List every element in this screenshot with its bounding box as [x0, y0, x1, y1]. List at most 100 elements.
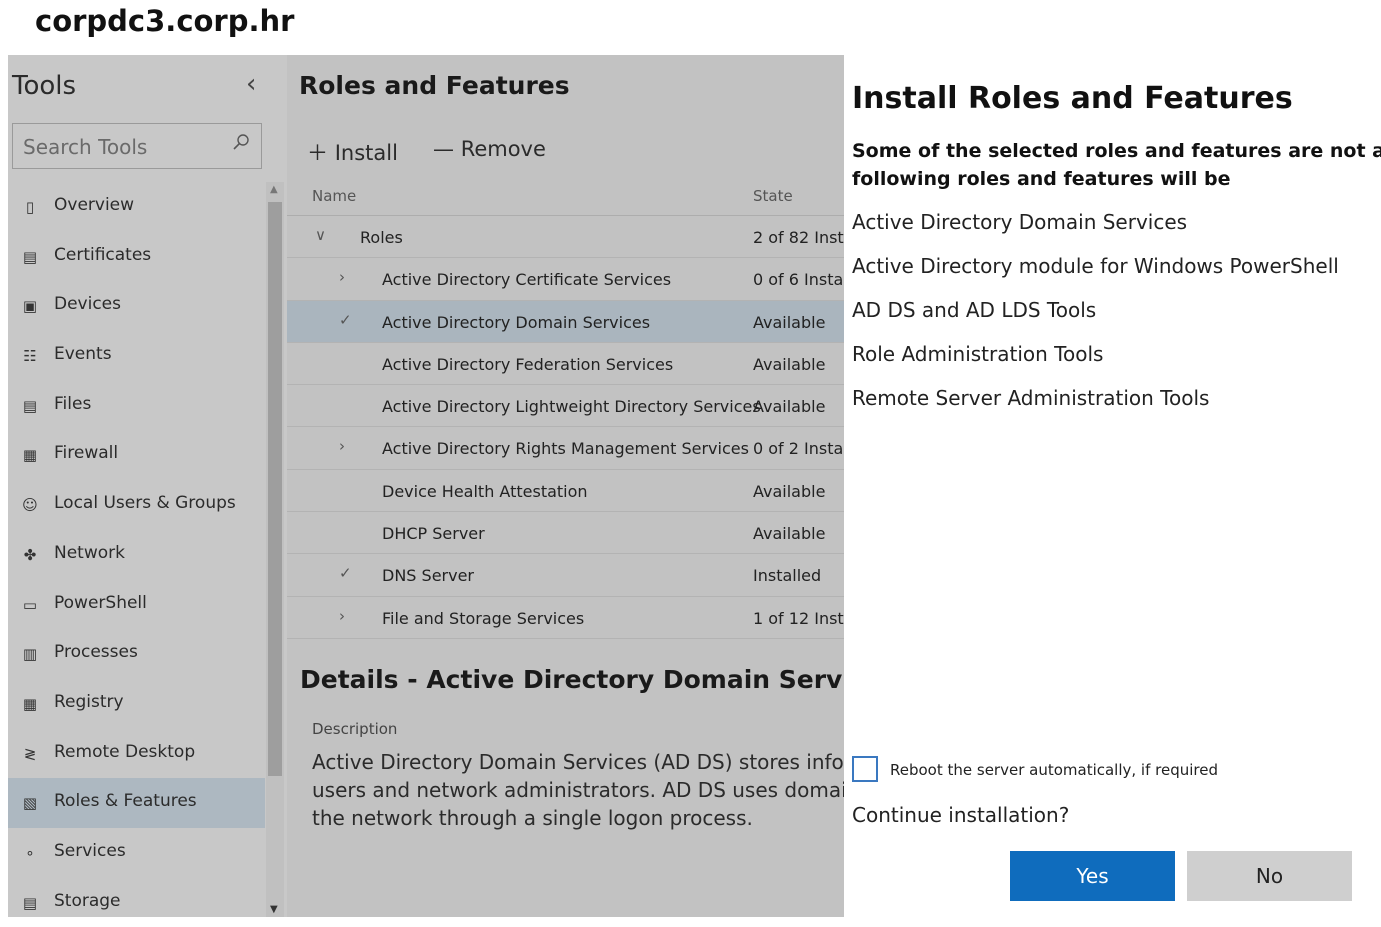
- minus-icon: —: [433, 137, 454, 161]
- row-name: Device Health Attestation: [382, 481, 588, 501]
- sidebar-item-label: Remote Desktop: [54, 741, 196, 762]
- sidebar-item-devices[interactable]: ▣ Devices: [8, 281, 265, 331]
- devices-icon: ▣: [22, 297, 38, 316]
- sidebar-item-label: Processes: [54, 642, 138, 663]
- table-row[interactable]: › Active Directory Rights Management Serv…: [287, 427, 844, 470]
- plus-icon: ＋: [307, 141, 328, 165]
- sidebar-item-label: Overview: [54, 195, 135, 215]
- column-name[interactable]: Name: [312, 187, 356, 205]
- sidebar-item-users[interactable]: ☺ Local Users & Groups: [8, 480, 265, 530]
- tools-pane: Tools ‹ Search Tools ▯ Overview ▤ Certifica…: [8, 55, 287, 917]
- row-name: Active Directory Rights Management Servi…: [382, 439, 749, 459]
- table-header: Name State: [287, 175, 844, 216]
- certificates-icon: ▤: [22, 247, 38, 266]
- row-name: Active Directory Domain Services: [382, 312, 651, 332]
- row-name: DNS Server: [382, 566, 474, 586]
- row-state: Installed: [753, 566, 822, 586]
- tools-scrollbar[interactable]: ▲ ▼: [266, 182, 284, 917]
- check-icon: ✓: [339, 564, 352, 583]
- table-row[interactable]: › Active Directory Certificate Services 0 …: [287, 258, 844, 301]
- table-row[interactable]: ∨ Roles 2 of 82 Insta: [287, 216, 844, 259]
- chevron-right-icon[interactable]: ›: [339, 437, 345, 455]
- sidebar-item-label: Devices: [54, 294, 121, 315]
- reboot-label[interactable]: Reboot the server automatically, if requ…: [890, 761, 1218, 779]
- page-title: Roles and Features: [299, 71, 570, 100]
- row-state: 0 of 2 Install: [753, 439, 844, 459]
- remove-button[interactable]: — Remove: [433, 137, 546, 161]
- scroll-down-icon[interactable]: ▼: [270, 904, 278, 915]
- table-row[interactable]: Active Directory Lightweight Directory S…: [287, 385, 844, 428]
- table-row[interactable]: DHCP Server Available: [287, 512, 844, 555]
- sidebar-item-files[interactable]: ▤ Files: [8, 381, 265, 431]
- scroll-thumb[interactable]: [268, 202, 282, 776]
- remove-label: Remove: [460, 137, 546, 161]
- install-button[interactable]: ＋ Install: [307, 137, 398, 167]
- sidebar-item-certificates[interactable]: ▤ Certificates: [8, 232, 265, 282]
- roles-features-pane: Roles and Features ＋ Install — Remove Na…: [287, 55, 844, 917]
- row-state: 2 of 82 Insta: [753, 228, 844, 247]
- chevron-left-icon[interactable]: ‹: [246, 69, 256, 99]
- sidebar-item-label: Network: [54, 542, 125, 563]
- install-item: Active Directory Domain Services: [852, 210, 1188, 234]
- overview-icon: ▯: [25, 198, 35, 216]
- processes-icon: ▥: [22, 645, 38, 664]
- search-icon[interactable]: [233, 134, 249, 150]
- row-state: Available: [753, 481, 826, 501]
- sidebar-item-registry[interactable]: ▦ Registry: [8, 679, 265, 729]
- chevron-right-icon[interactable]: ›: [339, 268, 345, 286]
- sidebar-item-label: Files: [54, 393, 92, 414]
- table-row[interactable]: Active Directory Federation Services Avai…: [287, 343, 844, 386]
- sidebar-item-label: Firewall: [54, 443, 119, 464]
- panel-warning: Some of the selected roles and features …: [852, 140, 1381, 190]
- sidebar-item-overview[interactable]: ▯ Overview: [8, 182, 265, 232]
- sidebar-item-roles-features[interactable]: ▧ Roles & Features: [8, 778, 265, 828]
- sidebar-item-storage[interactable]: ▤ Storage: [8, 878, 265, 927]
- reboot-checkbox[interactable]: [852, 756, 878, 782]
- powershell-icon: ▭: [22, 595, 38, 614]
- sidebar-item-network[interactable]: ✤ Network: [8, 530, 265, 580]
- registry-icon: ▦: [22, 694, 38, 713]
- row-name: File and Storage Services: [382, 608, 585, 628]
- sidebar-item-label: PowerShell: [54, 592, 147, 613]
- search-tools-input[interactable]: Search Tools: [12, 123, 262, 169]
- sidebar-item-processes[interactable]: ▥ Processes: [8, 629, 265, 679]
- table-row[interactable]: ✓ Active Directory Domain Services Availab…: [287, 300, 844, 343]
- events-icon: ☷: [23, 347, 37, 366]
- sidebar-item-services[interactable]: ∘ Services: [8, 828, 265, 878]
- sidebar-item-remote-desktop[interactable]: ≷ Remote Desktop: [8, 729, 265, 779]
- install-item: Role Administration Tools: [852, 342, 1104, 366]
- scroll-up-icon[interactable]: ▲: [270, 184, 278, 195]
- roles-features-icon: ▧: [22, 794, 38, 813]
- sidebar-item-firewall[interactable]: ▦ Firewall: [8, 430, 265, 480]
- sidebar-item-events[interactable]: ☷ Events: [8, 331, 265, 381]
- row-state: 1 of 12 Insta: [753, 608, 844, 628]
- services-icon: ∘: [25, 843, 35, 862]
- chevron-down-icon[interactable]: ∨: [315, 226, 326, 244]
- yes-button[interactable]: Yes: [1010, 851, 1175, 901]
- sidebar-item-label: Events: [54, 344, 112, 365]
- sidebar-item-label: Certificates: [54, 244, 152, 265]
- table-row[interactable]: ✓ DNS Server Installed: [287, 554, 844, 597]
- users-icon: ☺: [22, 496, 38, 515]
- sidebar-item-label: Local Users & Groups: [54, 493, 236, 514]
- search-placeholder: Search Tools: [23, 135, 148, 159]
- row-state: Available: [753, 397, 826, 417]
- table-row[interactable]: › File and Storage Services 1 of 12 Insta: [287, 597, 844, 639]
- details-label: Description: [312, 720, 398, 738]
- tools-nav-list: ▯ Overview ▤ Certificates ▣ Devices ☷ Events ▤ Fi…: [8, 182, 265, 927]
- continue-prompt: Continue installation?: [852, 803, 1070, 827]
- chevron-right-icon[interactable]: ›: [339, 607, 345, 625]
- storage-icon: ▤: [22, 893, 38, 912]
- sidebar-item-powershell[interactable]: ▭ PowerShell: [8, 580, 265, 630]
- table-row[interactable]: Device Health Attestation Available: [287, 470, 844, 513]
- sidebar-item-label: Services: [54, 840, 126, 861]
- sidebar-item-label: Registry: [54, 691, 124, 712]
- row-name: DHCP Server: [382, 524, 485, 544]
- column-state[interactable]: State: [753, 187, 793, 205]
- sidebar-item-label: Roles & Features: [54, 791, 197, 812]
- check-icon: ✓: [339, 310, 352, 329]
- no-button[interactable]: No: [1187, 851, 1352, 901]
- server-name: corpdc3.corp.hr: [35, 4, 295, 38]
- remote-desktop-icon: ≷: [23, 744, 37, 763]
- roles-table: Name State ∨ Roles 2 of 82 Insta › Active Di…: [287, 175, 844, 639]
